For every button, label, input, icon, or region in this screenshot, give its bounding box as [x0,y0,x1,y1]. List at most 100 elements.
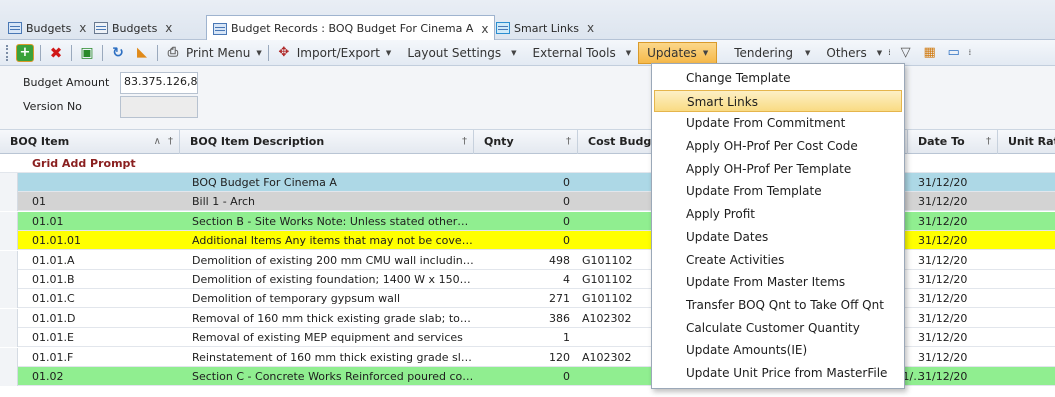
column-header-boq-item[interactable]: BOQ Item ∧ † [0,130,180,154]
row-selector[interactable] [0,270,18,289]
clear-button[interactable]: ◣ [130,42,154,64]
external-tools-button[interactable]: External Tools ▼ [530,42,635,64]
cell-cost-budget[interactable]: G101102 [578,270,658,289]
cell-date-to[interactable]: 31/12/20 [910,173,998,192]
cell-qnty[interactable]: 498 [474,251,574,270]
cell-qnty[interactable]: 120 [474,348,574,367]
row-selector[interactable] [0,231,18,251]
budget-amount-field[interactable]: 83.375.126,8 [120,72,198,94]
window-button[interactable]: ▭ [942,42,966,64]
cell-boq-item[interactable]: 01.01.D [24,309,180,328]
cell-boq-item[interactable]: 01.01.E [24,328,180,347]
cell-unit-rate[interactable] [998,348,1055,367]
cell-unit-rate[interactable] [998,212,1055,231]
cell-cost-budget[interactable] [578,192,658,211]
toolbar-overflow-button-2[interactable]: ⁞ [966,42,975,64]
row-selector[interactable] [0,211,18,231]
cell-qnty[interactable]: 386 [474,309,574,328]
close-icon[interactable]: x [481,22,488,36]
cell-description[interactable]: Reinstatement of 160 mm thick existing g… [180,348,474,367]
column-header-unit-rate[interactable]: Unit Rate [998,130,1055,154]
cell-description[interactable]: Removal of 160 mm thick existing grade s… [180,309,474,328]
cell-qnty[interactable]: 1 [474,328,574,347]
toolbar-grip[interactable] [6,44,9,61]
cell-cost-budget[interactable] [578,212,658,231]
delete-button[interactable]: ✖ [44,42,68,64]
menu-item[interactable]: Update Unit Price from MasterFile [652,362,904,385]
cell-date-to[interactable]: 31/12/20 [910,212,998,231]
refresh-button[interactable]: ↻ [106,42,130,64]
menu-item[interactable]: Smart Links [654,89,902,113]
row-selector[interactable] [0,250,18,270]
cell-date-to[interactable]: 31/12/20 [910,251,998,270]
row-selector[interactable] [0,367,18,386]
cell-cost-budget[interactable]: A102302 [578,309,658,328]
row-selector[interactable] [0,289,18,309]
menu-item[interactable]: Transfer BOQ Qnt to Take Off Qnt [652,294,904,317]
cell-boq-item[interactable]: 01 [24,192,180,211]
cell-cost-budget[interactable]: A102302 [578,348,658,367]
tab-budget-records[interactable]: Budget Records : BOQ Budget For Cinema A… [206,15,496,41]
column-header-qnty[interactable]: Qnty † [474,130,578,154]
menu-item[interactable]: Apply OH-Prof Per Cost Code [652,135,904,158]
save-button[interactable]: ▣ [75,42,99,64]
cell-cost-budget[interactable]: G101102 [578,251,658,270]
cell-boq-item[interactable] [24,173,180,192]
cell-qnty[interactable]: 4 [474,270,574,289]
cell-boq-item[interactable]: 01.01.B [24,270,180,289]
row-selector[interactable] [0,328,18,348]
menu-item[interactable]: Update Amounts(IE) [652,339,904,362]
columns-button[interactable]: ▦ [918,42,942,64]
row-selector[interactable] [0,173,18,192]
cell-boq-item[interactable]: 01.02 [24,367,180,386]
cell-unit-rate[interactable] [998,270,1055,289]
menu-item[interactable]: Change Template [652,67,904,90]
row-selector[interactable] [0,192,18,212]
add-button[interactable]: + [13,42,37,64]
cell-unit-rate[interactable] [998,173,1055,192]
cell-qnty[interactable]: 0 [474,231,574,250]
cell-cost-budget[interactable] [578,367,658,386]
cell-description[interactable]: Section B - Site Works Note: Unless stat… [180,212,474,231]
cell-description[interactable]: Additional Items Any items that may not … [180,231,474,250]
cell-cost-budget[interactable] [578,231,658,250]
cell-qnty[interactable]: 0 [474,212,574,231]
menu-item[interactable]: Update From Master Items [652,271,904,294]
cell-cost-budget[interactable] [578,328,658,347]
cell-unit-rate[interactable] [998,251,1055,270]
cell-cost-budget[interactable] [578,173,658,192]
tab-budgets-2[interactable]: Budgets x [88,16,178,40]
menu-item[interactable]: Update Dates [652,226,904,249]
cell-description[interactable]: Demolition of existing 200 mm CMU wall i… [180,251,474,270]
cell-description[interactable]: Demolition of temporary gypsum wall [180,289,474,308]
close-icon[interactable]: x [165,21,172,35]
cell-qnty[interactable]: 0 [474,367,574,386]
cell-cost-budget[interactable]: G101102 [578,289,658,308]
cell-date-to[interactable]: 31/12/20 [910,192,998,211]
tab-smart-links[interactable]: Smart Links x [490,16,600,40]
cell-date-to[interactable]: 31/12/20 [910,328,998,347]
cell-unit-rate[interactable] [998,309,1055,328]
layout-settings-button[interactable]: Layout Settings ▼ [404,42,519,64]
version-no-field[interactable] [120,96,198,118]
menu-item[interactable]: Create Activities [652,249,904,272]
menu-item[interactable]: Apply OH-Prof Per Template [652,158,904,181]
toolbar-overflow-button[interactable]: ⁞ [885,42,894,64]
cell-boq-item[interactable]: 01.01.F [24,348,180,367]
menu-item[interactable]: Calculate Customer Quantity [652,317,904,340]
cell-description[interactable]: Demolition of existing foundation; 1400 … [180,270,474,289]
column-header-description[interactable]: BOQ Item Description † [180,130,474,154]
column-header-date-to[interactable]: Date To † [908,130,998,154]
cell-date-to[interactable]: 31/12/20 [910,348,998,367]
menu-item[interactable]: Update From Commitment [652,112,904,135]
close-icon[interactable]: x [587,21,594,35]
cell-boq-item[interactable]: 01.01.01 [24,231,180,250]
cell-unit-rate[interactable] [998,289,1055,308]
row-selector[interactable] [0,347,18,367]
cell-qnty[interactable]: 0 [474,173,574,192]
cell-description[interactable]: Bill 1 - Arch [180,192,474,211]
cell-unit-rate[interactable] [998,328,1055,347]
tendering-button[interactable]: Tendering ▼ [731,42,813,64]
cell-unit-rate[interactable] [998,192,1055,211]
filter-button[interactable]: ▽ [894,42,918,64]
